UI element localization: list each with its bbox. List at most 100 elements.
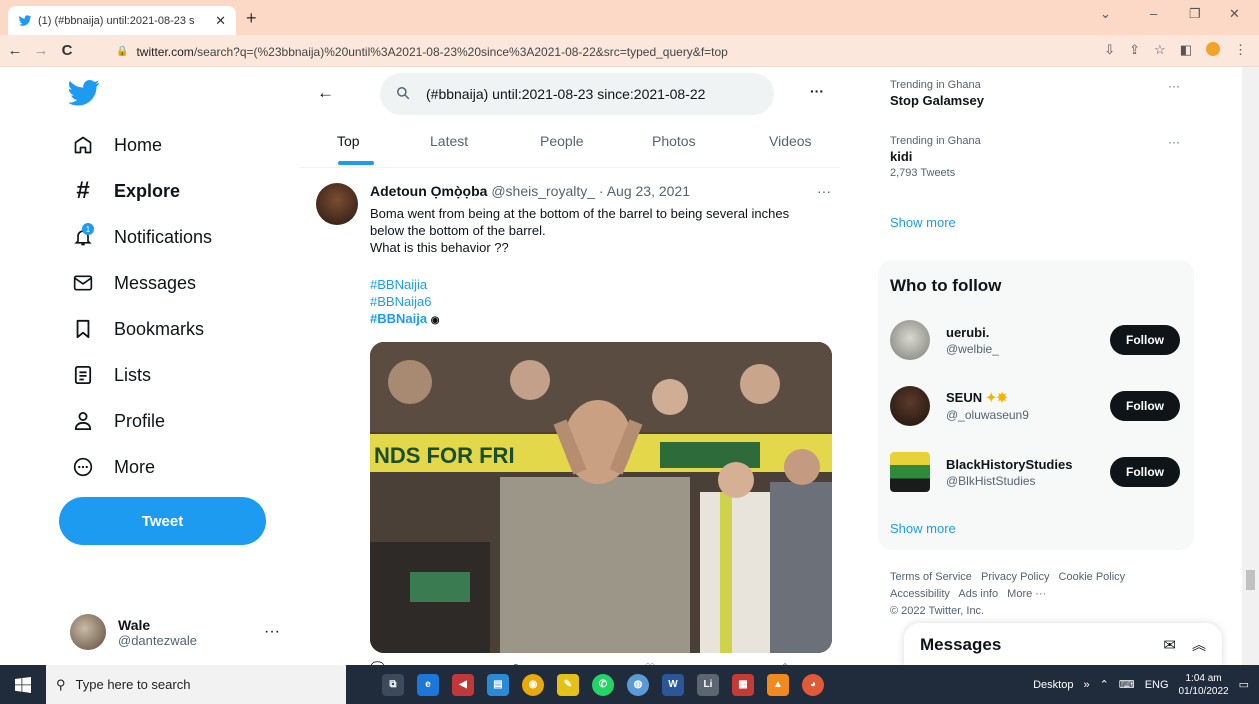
minimize-button[interactable]: – [1150, 6, 1157, 21]
trend-more-icon[interactable]: ··· [1168, 79, 1180, 93]
share-icon[interactable]: ⇪ [1129, 42, 1140, 58]
tab-photos[interactable]: Photos [652, 133, 696, 149]
follow-button[interactable]: Follow [1110, 457, 1180, 487]
restore-button[interactable]: ❐ [1189, 6, 1201, 22]
install-app-icon[interactable]: ⇩ [1104, 42, 1115, 58]
hashtag-link[interactable]: #BBNaijia [370, 277, 427, 292]
vertical-scrollbar[interactable] [1242, 67, 1259, 665]
trends-show-more-link[interactable]: Show more [890, 215, 956, 230]
expand-chevron-icon[interactable]: ︽ [1192, 635, 1206, 655]
notification-center-icon[interactable]: ▭ [1239, 678, 1249, 691]
forward-button[interactable]: → [30, 42, 52, 59]
tab-videos[interactable]: Videos [769, 133, 812, 149]
follow-suggestion[interactable]: BlackHistoryStudies @BlkHistStudies Foll… [890, 447, 1180, 497]
tweet-more-icon[interactable]: ··· [817, 183, 831, 199]
twitter-logo-icon[interactable] [68, 79, 100, 107]
nav-explore[interactable]: # Explore [72, 174, 180, 208]
footer-link[interactable]: Cookie Policy [1059, 571, 1126, 583]
avatar[interactable] [890, 386, 930, 426]
search-icon [396, 86, 410, 103]
desktop-toolbar[interactable]: Desktop [1033, 679, 1073, 691]
star-icon[interactable]: ☆ [1154, 42, 1166, 58]
start-windows-icon[interactable] [0, 665, 46, 704]
nav-lists[interactable]: Lists [72, 358, 151, 392]
hashtag-link[interactable]: #BBNaija ◉ [370, 311, 439, 326]
nav-notifications-label: Notifications [114, 226, 213, 247]
tweet-author-name[interactable]: Adetoun Ọmọ̀ọba [370, 183, 487, 199]
reload-button[interactable]: C [56, 42, 78, 59]
hashtag-link[interactable]: #BBNaija6 [370, 294, 431, 309]
follow-suggestion[interactable]: uerubi. @welbie_ Follow [890, 315, 1180, 365]
trend-item[interactable]: Trending in Ghana kidi 2,793 Tweets ··· [890, 135, 1180, 179]
address-bar-row: ← → C 🔒 twitter.com/search?q=(%23bbnaija… [0, 35, 1259, 67]
footer-link[interactable]: More ··· [1007, 588, 1046, 600]
toolbar-overflow-icon[interactable]: » [1083, 679, 1089, 691]
new-tab-button[interactable]: + [246, 8, 257, 29]
close-window-button[interactable]: ✕ [1229, 6, 1240, 22]
nav-profile[interactable]: Profile [72, 404, 165, 438]
tab-top[interactable]: Top [337, 133, 360, 149]
profile-avatar-icon[interactable] [1206, 42, 1220, 56]
keyboard-icon[interactable]: ⌨ [1119, 678, 1135, 691]
footer-link[interactable]: Terms of Service [890, 571, 972, 583]
file-explorer-icon[interactable]: ▤ [487, 673, 509, 696]
clock[interactable]: 1:04 am 01/10/2022 [1179, 672, 1229, 698]
account-switcher[interactable]: Wale @dantezwale ··· [70, 612, 280, 652]
task-view-icon[interactable]: ⧉ [382, 673, 404, 696]
url-path: /search?q=(%23bbnaija)%20until%3A2021-08… [193, 44, 728, 59]
tab-people[interactable]: People [540, 133, 584, 149]
avatar[interactable] [890, 452, 930, 492]
url-field[interactable]: 🔒 twitter.com/search?q=(%23bbnaija)%20un… [116, 41, 1076, 62]
trend-item[interactable]: Trending in Ghana Stop Galamsey ··· [890, 79, 1180, 108]
word-icon[interactable]: W [662, 673, 684, 696]
nav-notifications[interactable]: 1 Notifications [72, 220, 212, 254]
close-tab-icon[interactable]: ✕ [215, 13, 226, 29]
footer-link[interactable]: Ads info [958, 588, 998, 600]
twitter-favicon-icon [18, 14, 32, 28]
chrome-icon[interactable]: ◉ [522, 673, 544, 696]
account-more-icon[interactable]: ··· [264, 623, 280, 641]
tweet-image[interactable]: NDS FOR FRI [370, 342, 832, 653]
scrollbar-thumb[interactable] [1246, 570, 1255, 590]
tray-chevron-icon[interactable]: ⌃ [1100, 678, 1109, 691]
follow-button[interactable]: Follow [1110, 391, 1180, 421]
taskbar-search-input[interactable]: ⚲ Type here to search [46, 665, 346, 704]
footer-link[interactable]: Accessibility [890, 588, 950, 600]
tab-latest[interactable]: Latest [430, 133, 468, 149]
app-icon[interactable]: ✎ [557, 673, 579, 696]
back-arrow-icon[interactable]: ← [317, 83, 334, 103]
tweet[interactable]: Adetoun Ọmọ̀ọba @sheis_royalty_ · Aug 23… [300, 169, 840, 675]
app-icon[interactable]: ◀ [452, 673, 474, 696]
tweet-meta: @sheis_royalty_ · Aug 23, 2021 [491, 183, 690, 199]
footer-link[interactable]: Privacy Policy [981, 571, 1049, 583]
follow-suggestion[interactable]: SEUN ✦✸ @_oluwaseun9 Follow [890, 381, 1180, 431]
follow-show-more-link[interactable]: Show more [890, 521, 956, 536]
tab-search-chevron-icon[interactable]: ⌄ [1100, 6, 1111, 22]
app-icon[interactable]: ▦ [732, 673, 754, 696]
messages-drawer[interactable]: Messages ✉ ︽ [904, 623, 1222, 667]
edge-icon[interactable]: e [417, 673, 439, 696]
trend-more-icon[interactable]: ··· [1168, 135, 1180, 149]
nav-more[interactable]: More [72, 450, 155, 484]
app-icon[interactable]: ◍ [627, 673, 649, 696]
new-message-icon[interactable]: ✉ [1163, 636, 1176, 654]
side-panel-icon[interactable]: ◧ [1180, 42, 1192, 58]
back-button[interactable]: ← [4, 42, 26, 59]
tweet-button[interactable]: Tweet [59, 497, 266, 545]
live-icon[interactable]: Li [697, 673, 719, 696]
browser-menu-icon[interactable]: ⋮ [1234, 42, 1247, 58]
search-input[interactable]: (#bbnaija) until:2021-08-23 since:2021-0… [380, 73, 774, 115]
app-icon[interactable]: ◕ [802, 673, 824, 696]
browser-tab[interactable]: (1) (#bbnaija) until:2021-08-23 s ✕ [8, 6, 236, 35]
nav-bookmarks[interactable]: Bookmarks [72, 312, 204, 346]
language-indicator[interactable]: ENG [1145, 679, 1169, 691]
search-more-icon[interactable]: ··· [810, 83, 824, 99]
whatsapp-icon[interactable]: ✆ [592, 673, 614, 696]
avatar[interactable] [890, 320, 930, 360]
nav-messages[interactable]: Messages [72, 266, 196, 300]
follow-button[interactable]: Follow [1110, 325, 1180, 355]
avatar[interactable] [316, 183, 358, 225]
vlc-icon[interactable]: ▲ [767, 673, 789, 696]
who-to-follow-title: Who to follow [890, 276, 1002, 295]
nav-home[interactable]: Home [72, 128, 162, 162]
